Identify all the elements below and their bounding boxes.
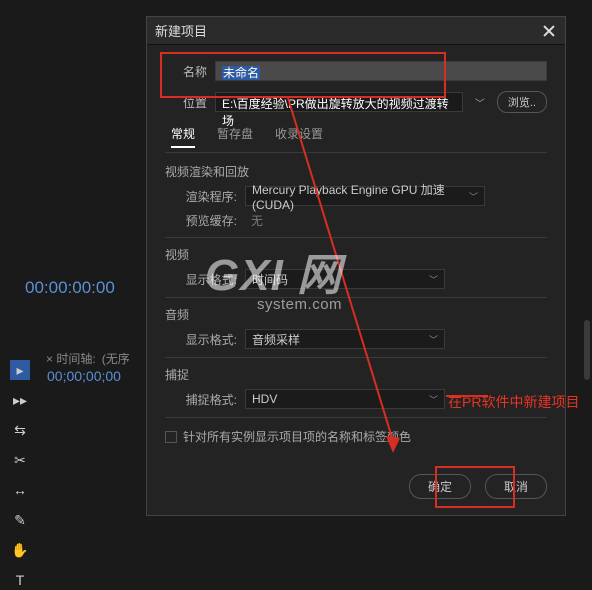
- section-audio-title: 音频: [165, 306, 547, 323]
- chevron-down-icon: ﹀: [429, 333, 438, 346]
- program-timecode: 00:00:00:00: [25, 278, 115, 298]
- dialog-footer: 确定 取消: [147, 460, 565, 515]
- ripple-edit-tool-icon[interactable]: ⇆: [10, 420, 30, 440]
- section-capture-title: 捕捉: [165, 366, 547, 383]
- chevron-down-icon: ﹀: [429, 393, 438, 406]
- tab-general[interactable]: 常规: [171, 125, 195, 146]
- timeline-no-seq: (无序: [102, 350, 130, 367]
- name-input[interactable]: 未命名: [215, 61, 547, 81]
- razor-tool-icon[interactable]: ✂: [10, 450, 30, 470]
- preview-cache-label: 预览缓存:: [165, 212, 237, 229]
- pen-tool-icon[interactable]: ✎: [10, 510, 30, 530]
- browse-button[interactable]: 浏览..: [497, 91, 547, 113]
- divider: [165, 237, 547, 238]
- tab-scratch-disks[interactable]: 暂存盘: [217, 125, 253, 146]
- divider: [165, 297, 547, 298]
- chevron-down-icon: ﹀: [429, 273, 438, 286]
- audio-display-format-label: 显示格式:: [165, 331, 237, 348]
- tab-ingest[interactable]: 收录设置: [275, 125, 323, 146]
- section-render-title: 视频渲染和回放: [165, 163, 547, 180]
- video-display-format-label: 显示格式:: [165, 271, 237, 288]
- location-input[interactable]: E:\百度经验\PR做出旋转放大的视频过渡转场: [215, 92, 463, 112]
- show-name-color-label: 针对所有实例显示项目项的名称和标签颜色: [183, 428, 411, 445]
- ok-button[interactable]: 确定: [409, 474, 471, 499]
- preview-cache-value: 无: [245, 212, 263, 229]
- video-display-format-select[interactable]: 时间码﹀: [245, 269, 445, 289]
- right-scrollbar[interactable]: [584, 320, 590, 380]
- divider: [165, 417, 547, 418]
- hand-tool-icon[interactable]: ✋: [10, 540, 30, 560]
- divider: [165, 357, 547, 358]
- location-label: 位置: [165, 94, 207, 111]
- type-tool-icon[interactable]: T: [10, 570, 30, 590]
- renderer-label: 渲染程序:: [165, 188, 237, 205]
- tab-underline: [165, 152, 547, 153]
- annotation-text: 在PR软件中新建项目: [448, 392, 579, 412]
- selection-tool-icon[interactable]: ▸: [10, 360, 30, 380]
- audio-display-format-select[interactable]: 音频采样﹀: [245, 329, 445, 349]
- timeline-timecode: 00;00;00;00: [47, 368, 121, 384]
- show-name-color-checkbox[interactable]: [165, 431, 177, 443]
- close-icon[interactable]: [541, 23, 557, 39]
- cancel-button[interactable]: 取消: [485, 474, 547, 499]
- tools-toolbar: ▸ ▸▸ ⇆ ✂ ↔ ✎ ✋ T: [10, 360, 30, 590]
- timeline-label-text: × 时间轴:: [46, 350, 96, 367]
- capture-format-select[interactable]: HDV﹀: [245, 389, 445, 409]
- location-dropdown-chevron-icon[interactable]: ﹀: [471, 95, 489, 110]
- slip-tool-icon[interactable]: ↔: [10, 480, 30, 500]
- track-select-tool-icon[interactable]: ▸▸: [10, 390, 30, 410]
- section-video-title: 视频: [165, 246, 547, 263]
- capture-format-label: 捕捉格式:: [165, 391, 237, 408]
- dialog-tabs: 常规 暂存盘 收录设置: [165, 125, 547, 146]
- timeline-panel-label: × 时间轴: (无序: [46, 350, 130, 367]
- new-project-dialog: 新建项目 名称 未命名 位置 E:\百度经验\PR做出旋转放大的视频过渡转场 ﹀…: [146, 16, 566, 516]
- dialog-title: 新建项目: [155, 21, 207, 40]
- name-label: 名称: [165, 63, 207, 80]
- renderer-select[interactable]: Mercury Playback Engine GPU 加速 (CUDA)﹀: [245, 186, 485, 206]
- chevron-down-icon: ﹀: [469, 190, 478, 203]
- dialog-titlebar: 新建项目: [147, 17, 565, 45]
